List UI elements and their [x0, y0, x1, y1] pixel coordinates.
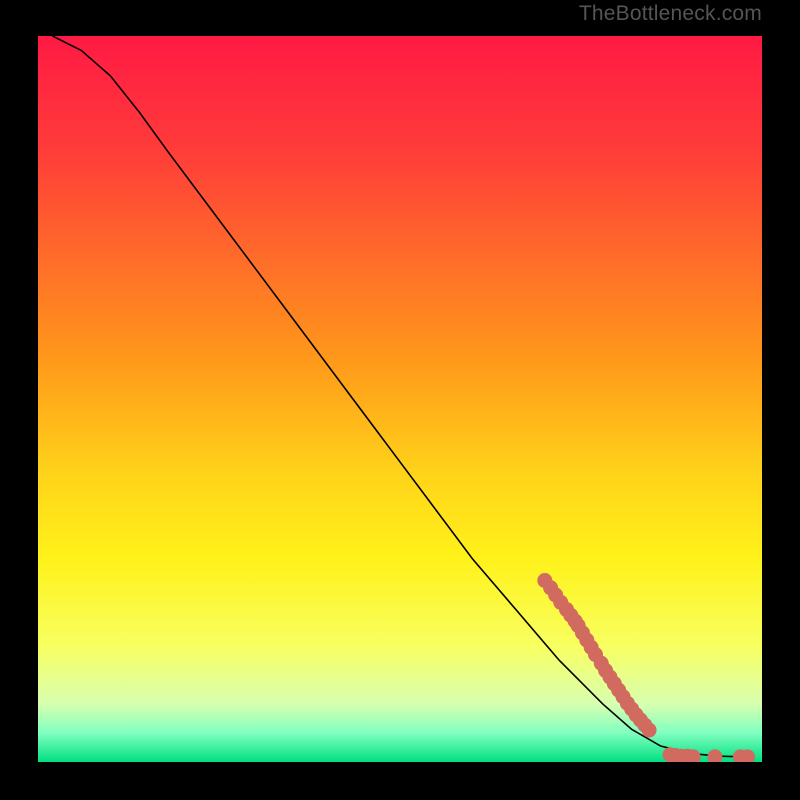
data-point: [642, 723, 657, 738]
attribution-label: TheBottleneck.com: [579, 2, 762, 26]
gradient-background: [38, 36, 762, 762]
chart-container: { "attribution": "TheBottleneck.com", "c…: [0, 0, 800, 800]
chart-plot: [38, 36, 762, 762]
